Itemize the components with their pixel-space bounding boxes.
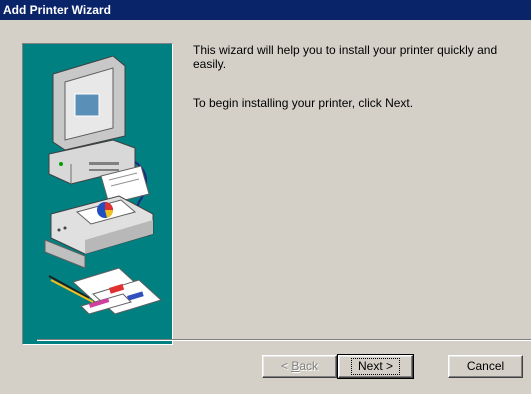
back-button-rest: ack (299, 359, 319, 373)
back-button[interactable]: < Back (262, 355, 337, 378)
button-divider (37, 339, 531, 341)
back-button-prefix: < (280, 359, 292, 373)
intro-text: This wizard will help you to install you… (193, 43, 498, 71)
cancel-button[interactable]: Cancel (448, 355, 523, 378)
cancel-button-label: Cancel (466, 359, 505, 373)
wizard-window: Add Printer Wizard This wizard will help… (0, 0, 531, 394)
instruction-text: To begin installing your printer, click … (193, 96, 414, 110)
printer-icon (44, 165, 154, 269)
wizard-illustration (22, 43, 173, 345)
documents-icon (48, 267, 162, 315)
title-bar[interactable]: Add Printer Wizard (0, 0, 531, 20)
next-button-label: Next > (350, 358, 400, 375)
window-title: Add Printer Wizard (3, 3, 111, 17)
computer-icon (48, 55, 136, 185)
next-button[interactable]: Next > (337, 354, 414, 379)
